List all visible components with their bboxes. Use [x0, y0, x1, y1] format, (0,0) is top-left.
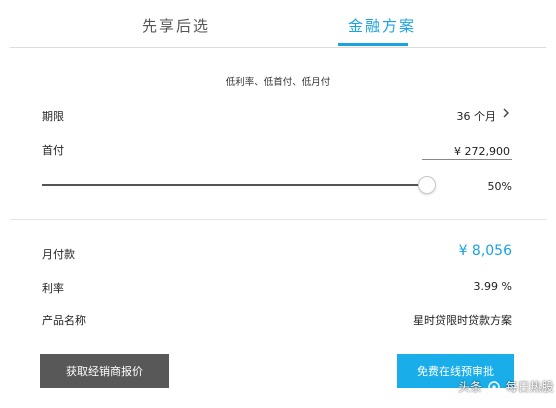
down-payment-slider-track[interactable]: [42, 184, 428, 186]
section-divider: [10, 219, 546, 220]
monthly-payment-label: 月付款: [42, 248, 75, 261]
tabs-divider: [10, 47, 546, 48]
plan-tagline: 低利率、低首付、低月付: [225, 77, 331, 88]
interest-rate-label: 利率: [42, 282, 64, 295]
tab-bar: 先享后选 金融方案: [0, 0, 556, 48]
watermark: 头条 每日热股: [458, 378, 554, 395]
chevron-right-icon[interactable]: [500, 106, 512, 120]
product-name-label: 产品名称: [42, 314, 86, 327]
monthly-payment-value: ¥ 8,056: [458, 243, 512, 259]
down-payment-slider-handle[interactable]: [418, 176, 436, 194]
active-tab-indicator: [338, 43, 408, 46]
term-value[interactable]: 36 个月: [457, 108, 497, 124]
dealer-quote-button[interactable]: 获取经销商报价: [40, 354, 169, 388]
watermark-prefix: 头条: [458, 380, 483, 394]
watermark-suffix: 每日热股: [505, 380, 554, 394]
product-name-value: 星时贷限时贷款方案: [413, 314, 512, 327]
tab-try-first[interactable]: 先享后选: [142, 15, 210, 36]
interest-rate-value: 3.99 %: [473, 280, 512, 293]
tab-finance-plan[interactable]: 金融方案: [348, 15, 416, 36]
term-label: 期限: [42, 110, 64, 123]
down-payment-label: 首付: [42, 144, 64, 157]
down-payment-input[interactable]: [422, 143, 512, 160]
watermark-logo-icon: [488, 381, 500, 393]
down-payment-percent: 50%: [487, 180, 512, 193]
